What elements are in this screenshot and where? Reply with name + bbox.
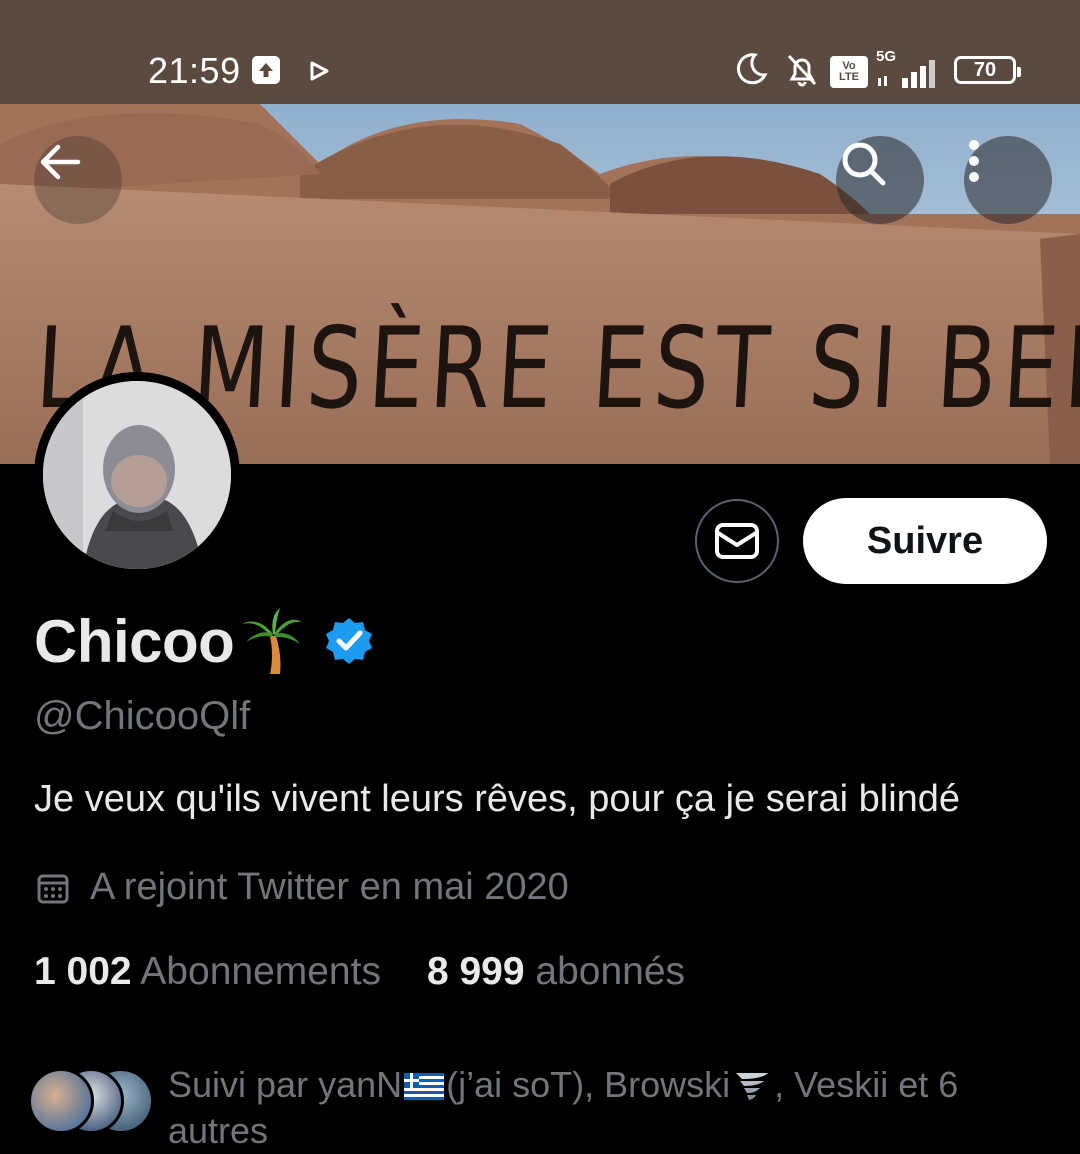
status-bar: 21:59 Vo LTE 5G 70 (0, 0, 1080, 104)
followers-label: abonnés (535, 950, 686, 993)
followers-link[interactable]: 8 999 abonnés (427, 950, 685, 993)
follow-button[interactable]: Suivre (803, 498, 1047, 584)
verified-badge-icon[interactable] (324, 616, 374, 666)
profile-bio: Je veux qu'ils vivent leurs rêves, pour … (34, 778, 961, 820)
play-icon (306, 58, 332, 84)
follower-avatar (28, 1068, 94, 1134)
battery-icon: 70 (954, 56, 1021, 84)
status-time: 21:59 (148, 50, 241, 91)
followers-count: 8 999 (426, 950, 525, 993)
following-link[interactable]: 1 002 Abonnements (34, 950, 381, 993)
back-button[interactable] (34, 136, 122, 224)
search-button[interactable] (836, 136, 924, 224)
bell-off-icon (782, 50, 822, 90)
upload-icon (252, 56, 280, 84)
follow-stats: 1 002 Abonnements 8 999 abonnés (34, 950, 685, 994)
palm-tree-icon (242, 608, 303, 674)
envelope-icon (715, 523, 759, 559)
join-date-text: A rejoint Twitter en mai 2020 (90, 866, 569, 908)
more-options-button[interactable] (964, 136, 1052, 224)
message-button[interactable] (695, 499, 779, 583)
followed-by-text: Suivi par yanN (j’ai soT), Browski , Ves… (168, 1064, 959, 1151)
greece-flag-icon (404, 1073, 445, 1100)
tornado-icon (736, 1073, 769, 1100)
moon-icon (732, 50, 770, 88)
followed-by-row[interactable]: Suivi par yanN (j’ai soT), Browski , Ves… (28, 1060, 1068, 1151)
signal-icon (874, 56, 942, 88)
volte-icon: Vo LTE (830, 56, 868, 88)
join-date: A rejoint Twitter en mai 2020 (36, 866, 569, 909)
name-row: Chicoo (34, 606, 374, 676)
search-icon (842, 142, 886, 186)
more-vertical-icon (969, 140, 979, 182)
profile-avatar[interactable] (34, 372, 240, 578)
display-name: Chicoo (34, 607, 235, 675)
calendar-icon (37, 874, 69, 903)
following-label: Abonnements (140, 950, 381, 993)
following-count: 1 002 (34, 950, 132, 993)
arrow-left-icon (40, 144, 81, 180)
avatar-photo (43, 381, 231, 569)
username-handle: @ChicooQlf (34, 694, 251, 738)
